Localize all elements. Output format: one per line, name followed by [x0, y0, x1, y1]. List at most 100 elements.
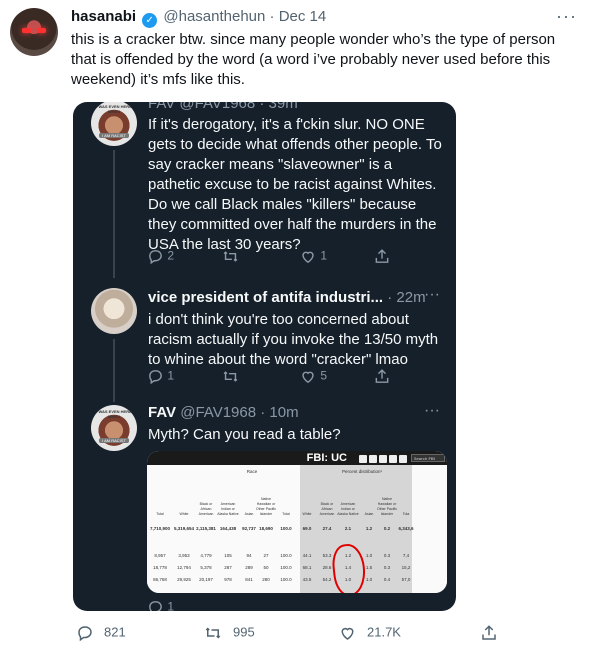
avatar-caption-top: I WAS EVEN HERE WHEN: [96, 104, 132, 114]
avatar-caption-bottom: I AM RACIST: [99, 438, 129, 443]
table-total-cell: 69.0: [302, 526, 312, 531]
retweet-count: 995: [233, 624, 255, 640]
more-icon[interactable]: ···: [556, 6, 577, 27]
reply1-header: FAV @FAV1968 · 39m: [148, 102, 298, 112]
table-total-cell: 7,710,900: [149, 526, 171, 531]
table-cell: 3,953: [178, 553, 190, 558]
table-cell: 100.0: [280, 553, 292, 558]
reply-icon: [149, 250, 162, 265]
embedded-image[interactable]: I WAS EVEN HERE WHEN I AM RACIST FAV @FA…: [73, 102, 456, 611]
author-handle[interactable]: @hasanthehun: [163, 8, 265, 25]
table-cell: 68.1: [302, 565, 312, 570]
reply1-reply-action: 2: [147, 248, 174, 265]
avatar-eye-left: [22, 28, 31, 33]
table-total-cell: 18,690: [259, 526, 273, 531]
table-total-cell: 2,115,381: [196, 526, 216, 531]
share-button[interactable]: [480, 624, 508, 642]
reply2-text: i don't think you're too concerned about…: [148, 311, 439, 368]
table-cell: 44.1: [302, 553, 312, 558]
share-icon: [375, 369, 389, 383]
reply3-handle-time: @FAV1968 · 10m: [180, 404, 299, 421]
table-total-cell: 164,438: [219, 526, 237, 531]
table-cell: 105: [224, 553, 232, 558]
reply2-like-action: 5: [299, 368, 327, 385]
table-column-header: Total: [282, 512, 290, 516]
reply2-reply-action: 1: [147, 368, 174, 385]
avatar-eye-right: [37, 28, 46, 33]
table-total-cell: 2.1: [344, 526, 352, 531]
reply2-header: vice president of antifa industri... · 2…: [148, 289, 426, 306]
reply-icon: [78, 626, 92, 642]
table-cell: 57,0: [401, 577, 411, 582]
author-avatar[interactable]: [10, 8, 58, 56]
table-cell: 8,957: [154, 553, 166, 558]
reply2-retweet-action: [221, 368, 240, 385]
reply1-reply-count: 2: [167, 248, 175, 263]
share-icon: [375, 249, 389, 263]
like-icon: [302, 371, 314, 384]
table-cell: 100.0: [280, 577, 292, 582]
table-column-header: Native Hawaiian or Other Pacific Islande…: [255, 497, 277, 516]
reply-count: 821: [104, 624, 126, 640]
like-button[interactable]: 21.7K: [338, 624, 401, 642]
retweet-icon: [223, 371, 238, 382]
table-column-header: White: [179, 512, 189, 516]
table-column-header: American Indian or Alaska Native: [337, 502, 359, 516]
thread-line: [113, 339, 115, 402]
table-column-header: Black or African American: [319, 502, 335, 516]
like-icon: [302, 251, 314, 264]
retweet-icon: [223, 251, 238, 262]
table-total-cell: 6,343,6: [398, 526, 414, 531]
fav-avatar: I WAS EVEN HERE WHEN I AM RACIST: [91, 405, 137, 451]
fbi-title: FBI: UC: [306, 452, 347, 464]
table-cell: 43.5: [302, 577, 312, 582]
table-total-cell: 5,319,654: [173, 526, 195, 531]
antifa-avatar: [91, 288, 137, 334]
retweet-button[interactable]: 995: [203, 624, 255, 642]
avatar-caption-top: I WAS EVEN HERE WHEN: [96, 409, 132, 419]
reply2-more-icon: ···: [424, 286, 440, 303]
table-column-header: Total: [156, 512, 164, 516]
fbi-table-image: FBI: UC Search FBI Race Percent distribu…: [147, 451, 447, 593]
group-header-percent: Percent distribution¹: [341, 469, 383, 474]
verified-badge-icon: ✓: [142, 13, 158, 28]
table-column-header: Tota: [402, 512, 410, 516]
reply2-share-action: [373, 368, 391, 385]
table-cell: 18,778: [153, 565, 167, 570]
table-cell: 86,768: [153, 577, 167, 582]
reply1-like-action: 1: [299, 248, 327, 265]
reply1-share-action: [373, 248, 391, 265]
thread-line: [113, 150, 115, 278]
reply3-name: FAV: [148, 404, 177, 421]
table-column-header: American Indian or Alaska Native: [217, 502, 239, 516]
table-column-header: Black or African American: [198, 502, 214, 516]
tweet-text: this is a cracker btw. since many people…: [71, 31, 556, 88]
fbi-search-field: Search FBI: [411, 454, 445, 462]
reply1-text: If it's derogatory, it's a f'ckin slur. …: [148, 116, 442, 253]
table-cell: 280: [262, 577, 270, 582]
fbi-data-table: Race Percent distribution¹ Total White Bla…: [147, 465, 447, 593]
table-cell: 27: [263, 553, 269, 558]
like-icon: [341, 627, 354, 640]
reply-icon: [149, 370, 162, 385]
author-name[interactable]: hasanabi: [71, 8, 136, 25]
reply3-reply-count: 1: [167, 599, 175, 611]
reply-button[interactable]: 821: [76, 624, 126, 642]
table-cell: 20,197: [199, 577, 213, 582]
tweet-date[interactable]: · Dec 14: [270, 8, 327, 25]
table-total-cell: 100.0: [280, 526, 292, 531]
table-cell: 100.0: [280, 565, 292, 570]
reply3-reply-action: 1: [147, 599, 174, 611]
table-cell: 287: [224, 565, 232, 570]
table-cell: 4,779: [200, 553, 212, 558]
table-cell: 7,4: [402, 553, 410, 558]
table-cell: 15,2: [401, 565, 411, 570]
reply2-name: vice president of antifa industri...: [148, 289, 384, 306]
retweet-icon: [205, 627, 221, 639]
table-cell: 978: [224, 577, 232, 582]
fav-avatar: I WAS EVEN HERE WHEN I AM RACIST: [91, 102, 137, 146]
group-header-race: Race: [246, 469, 258, 474]
reply2-like-count: 5: [320, 368, 328, 383]
tweet-header: hasanabi ✓ @hasanthehun · Dec 14: [71, 8, 326, 28]
share-icon: [482, 625, 496, 640]
